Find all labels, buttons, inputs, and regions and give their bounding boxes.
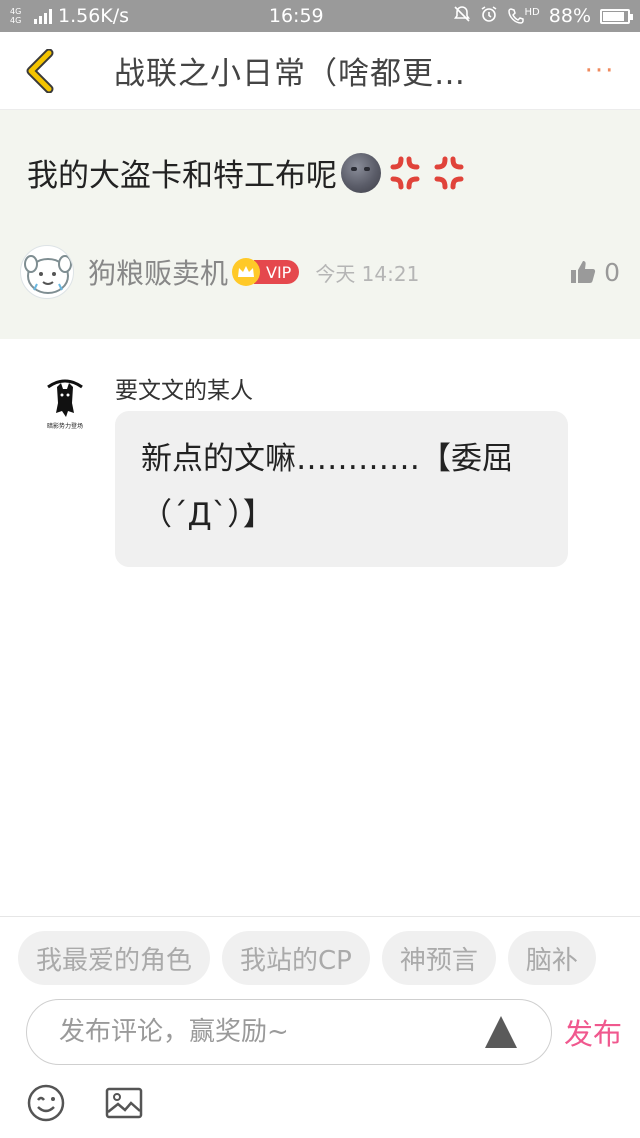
post-title: 我的大盗卡和特工布呢 bbox=[27, 158, 337, 194]
crown-icon bbox=[232, 258, 261, 286]
more-options-button[interactable]: ··· bbox=[560, 32, 640, 110]
anger-symbol-icon bbox=[434, 156, 464, 189]
emoji-smile-icon[interactable] bbox=[26, 1083, 66, 1123]
anger-symbol-icon bbox=[390, 156, 420, 189]
thumbs-up-icon bbox=[571, 261, 596, 283]
battery-percent: 88% bbox=[548, 5, 591, 27]
bell-muted-icon bbox=[453, 5, 471, 28]
quick-tag-row: 我最爱的角色 我站的CP 神预言 脑补 bbox=[18, 931, 596, 985]
network-speed: 1.56K/s bbox=[58, 5, 130, 27]
page-title: 战联之小日常（啥都更… bbox=[114, 56, 466, 92]
status-left: 4G 4G 1.56K/s bbox=[10, 5, 240, 27]
triangle-up-icon[interactable] bbox=[483, 1014, 519, 1050]
like-button[interactable]: 0 bbox=[570, 258, 630, 287]
vip-badge: VIP bbox=[232, 258, 300, 286]
hd-label: HD bbox=[524, 7, 540, 18]
quick-tag[interactable]: 我站的CP bbox=[222, 931, 370, 985]
status-right: HD 88% bbox=[453, 5, 633, 28]
comment-composer: 我最爱的角色 我站的CP 神预言 脑补 发布 bbox=[0, 916, 640, 1138]
author-name[interactable]: 狗粮贩卖机 bbox=[88, 252, 228, 292]
publish-button[interactable]: 发布 bbox=[564, 1011, 622, 1053]
input-row: 发布 bbox=[26, 999, 626, 1065]
new-moon-face-icon bbox=[341, 152, 381, 193]
quick-tag[interactable]: 我最爱的角色 bbox=[18, 931, 211, 985]
vip-label: VIP bbox=[254, 260, 300, 284]
comment-input-box[interactable] bbox=[26, 999, 552, 1065]
signal-icon bbox=[34, 8, 52, 24]
post-title-row: 我的大盗卡和特工布呢 bbox=[27, 150, 469, 195]
commenter-name[interactable]: 要文文的某人 bbox=[115, 371, 253, 405]
composer-tools bbox=[26, 1083, 144, 1123]
alarm-icon bbox=[480, 5, 498, 28]
post-time: 今天 14:21 bbox=[315, 261, 420, 286]
like-count: 0 bbox=[604, 257, 620, 287]
comment-text-line: 新点的文嘛…………【委屈 bbox=[141, 441, 513, 477]
comment-input[interactable] bbox=[59, 1017, 459, 1047]
back-button[interactable] bbox=[0, 32, 80, 110]
cartoon-dog-avatar-icon bbox=[24, 255, 72, 294]
battery-icon bbox=[600, 8, 633, 24]
quick-tag[interactable]: 神预言 bbox=[381, 931, 496, 985]
author-avatar[interactable] bbox=[20, 245, 74, 299]
quick-tag[interactable]: 脑补 bbox=[507, 931, 596, 985]
battery-fill bbox=[603, 11, 624, 21]
author-row: 狗粮贩卖机 VIP 今天 14:21 0 bbox=[20, 242, 630, 302]
status-bar: 4G 4G 1.56K/s 16:59 HD 88% bbox=[0, 0, 640, 32]
avatar-caption: 暗影势力登场 bbox=[46, 423, 83, 430]
app-header: 战联之小日常（啥都更… ··· bbox=[0, 32, 640, 110]
post-card: 我的大盗卡和特工布呢 狗粮贩卖机 VIP 今天 14:21 0 bbox=[0, 110, 640, 339]
chevron-left-icon bbox=[26, 48, 54, 93]
status-time: 16:59 bbox=[268, 5, 324, 27]
network-type: 4G 4G bbox=[10, 7, 22, 25]
hd-call-icon: HD bbox=[507, 7, 540, 25]
comment-bubble: 新点的文嘛…………【委屈 （´Д`）】 bbox=[115, 411, 568, 567]
commenter-avatar[interactable]: 暗影势力登场 bbox=[38, 373, 92, 437]
image-picker-icon[interactable] bbox=[104, 1083, 144, 1123]
comment-text-line: （´Д`）】 bbox=[141, 497, 274, 533]
